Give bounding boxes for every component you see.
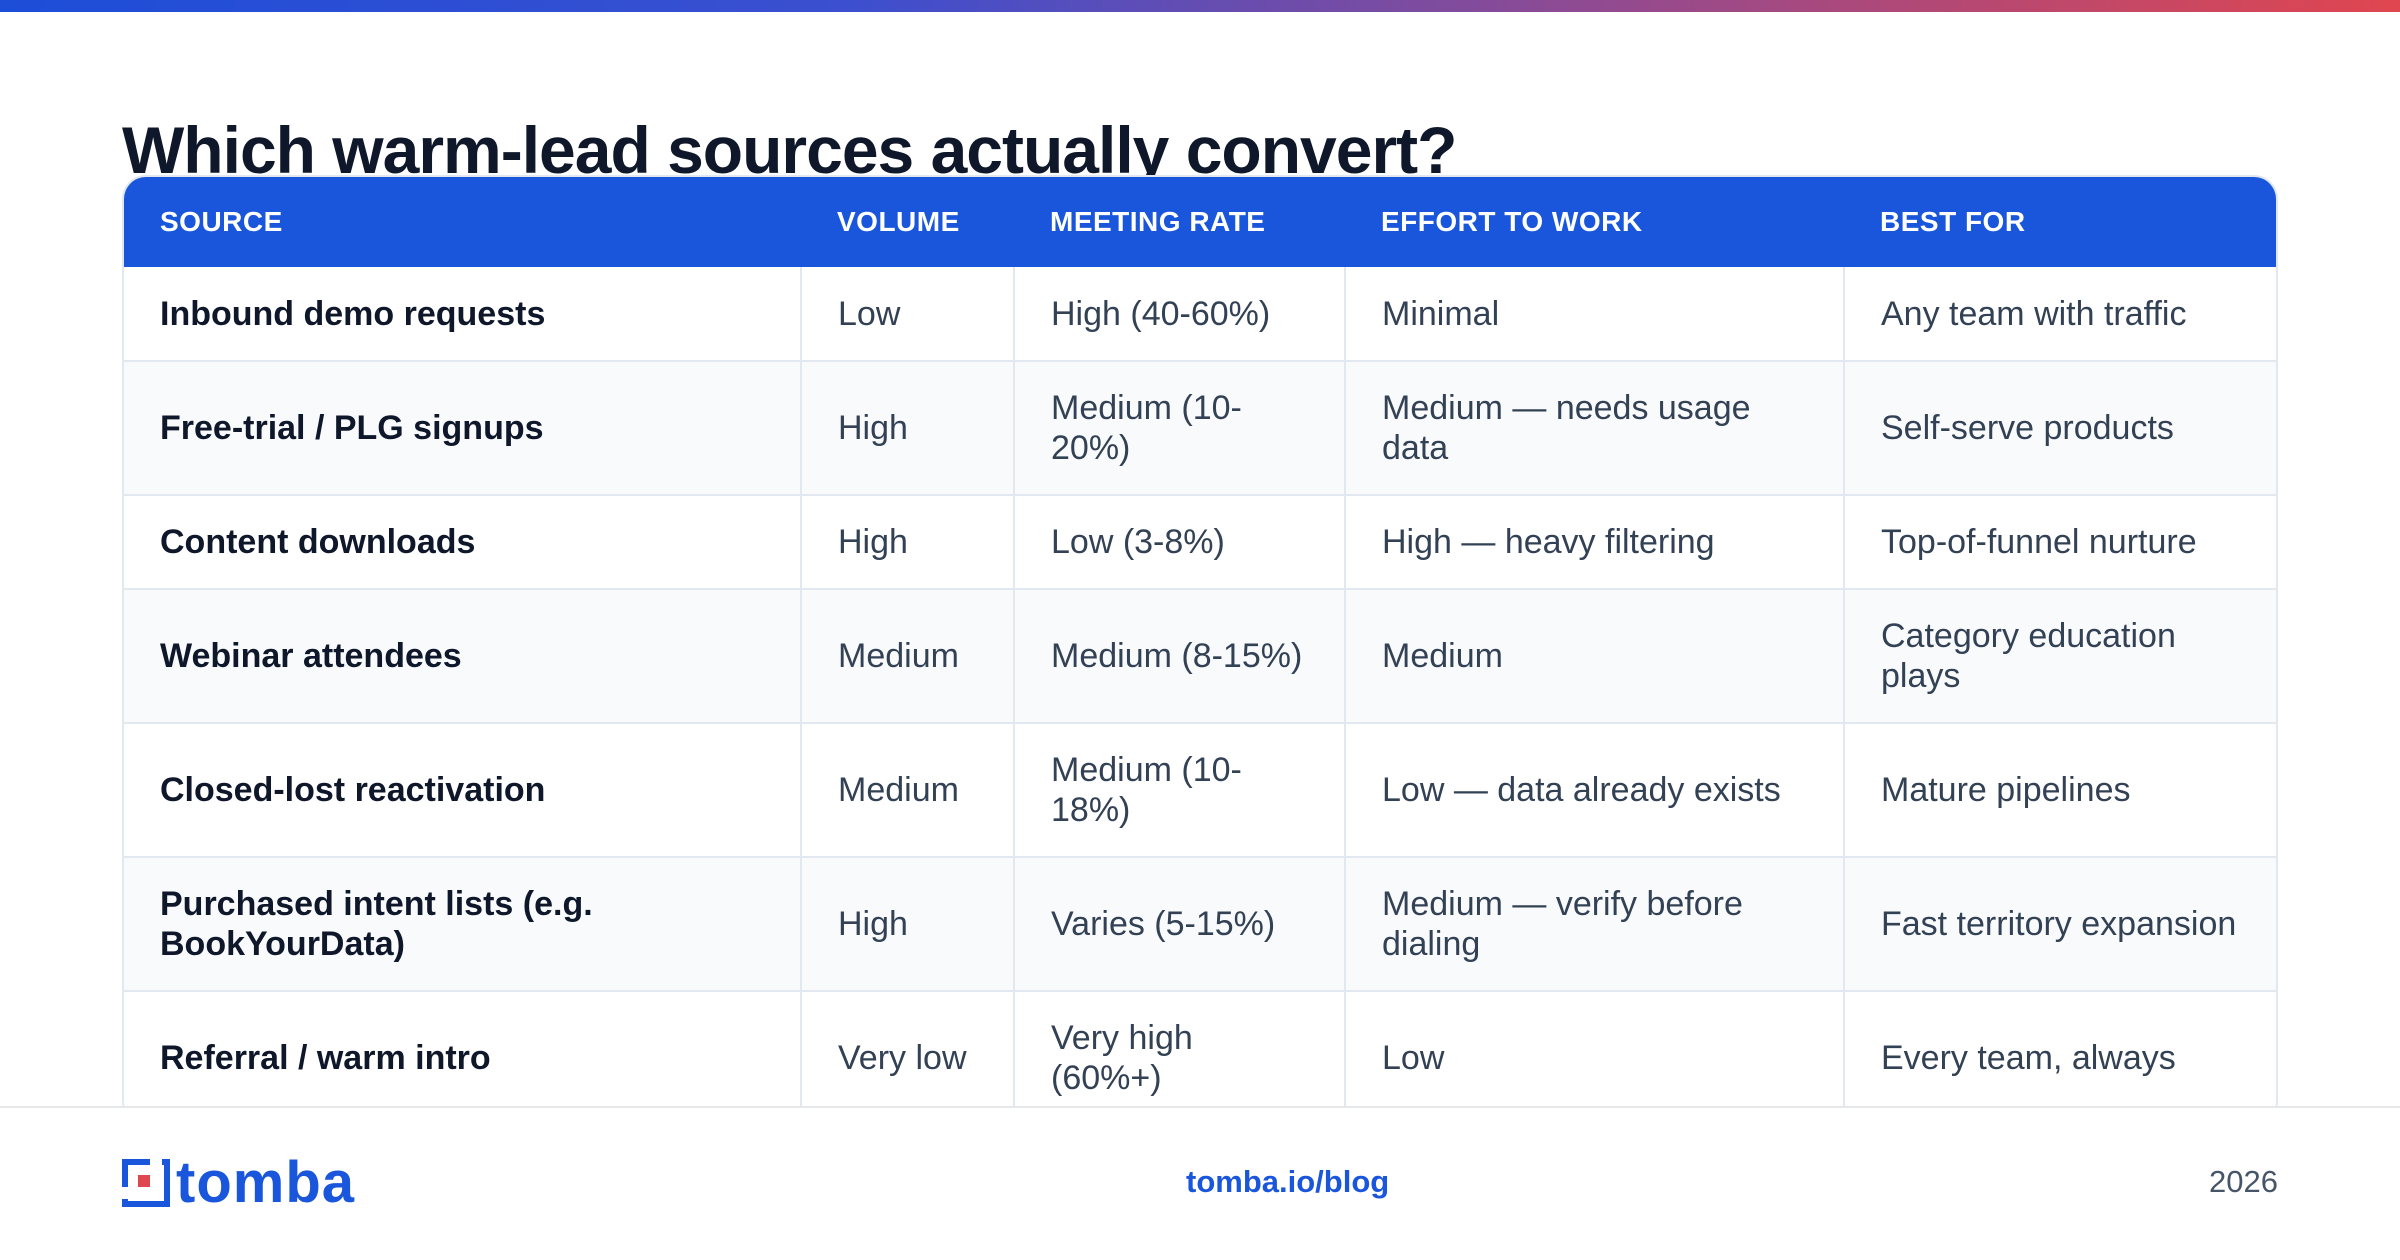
effort-cell: Medium xyxy=(1345,589,1845,724)
meeting-rate-cell: Medium (8-15%) xyxy=(1014,589,1346,724)
table-row: Referral / warm intro Very low Very high… xyxy=(124,991,2276,1123)
tomba-logo-icon xyxy=(122,1159,170,1207)
effort-cell: Medium — needs usage data xyxy=(1345,361,1845,496)
volume-cell: High xyxy=(801,495,1015,590)
best-for-cell: Category education plays xyxy=(1844,589,2276,724)
meeting-rate-cell: Low (3-8%) xyxy=(1014,495,1346,590)
header-best-for: BEST FOR xyxy=(1844,177,2276,267)
logo-wordmark: tomba xyxy=(176,1150,355,1215)
header-volume: VOLUME xyxy=(801,177,1014,267)
best-for-cell: Fast territory expansion xyxy=(1844,857,2276,992)
best-for-cell: Self-serve products xyxy=(1844,361,2276,496)
volume-cell: Low xyxy=(801,267,1015,362)
meeting-rate-cell: Very high (60%+) xyxy=(1014,991,1346,1123)
volume-cell: Medium xyxy=(801,723,1015,858)
best-for-cell: Top-of-funnel nurture xyxy=(1844,495,2276,590)
volume-cell: Medium xyxy=(801,589,1015,724)
header-meeting-rate: MEETING RATE xyxy=(1014,177,1345,267)
footer-year: 2026 xyxy=(2209,1164,2278,1199)
volume-cell: High xyxy=(801,857,1015,992)
table-row: Free-trial / PLG signups High Medium (10… xyxy=(124,361,2276,496)
best-for-cell: Mature pipelines xyxy=(1844,723,2276,858)
source-cell: Closed-lost reactivation xyxy=(124,723,802,858)
source-cell: Content downloads xyxy=(124,495,802,590)
header-effort: EFFORT TO WORK xyxy=(1345,177,1844,267)
top-gradient-bar xyxy=(0,0,2400,12)
source-cell: Referral / warm intro xyxy=(124,991,802,1123)
table-header-row: SOURCE VOLUME MEETING RATE EFFORT TO WOR… xyxy=(124,177,2276,267)
effort-cell: Low xyxy=(1345,991,1845,1123)
effort-cell: Medium — verify before dialing xyxy=(1345,857,1845,992)
effort-cell: Low — data already exists xyxy=(1345,723,1845,858)
effort-cell: Minimal xyxy=(1345,267,1845,362)
meeting-rate-cell: High (40-60%) xyxy=(1014,267,1346,362)
header-source: SOURCE xyxy=(124,177,801,267)
best-for-cell: Every team, always xyxy=(1844,991,2276,1123)
volume-cell: High xyxy=(801,361,1015,496)
table-row: Inbound demo requests Low High (40-60%) … xyxy=(124,267,2276,362)
blog-link[interactable]: tomba.io/blog xyxy=(1186,1164,1389,1200)
volume-cell: Very low xyxy=(801,991,1015,1123)
meeting-rate-cell: Medium (10-18%) xyxy=(1014,723,1346,858)
table-row: Webinar attendees Medium Medium (8-15%) … xyxy=(124,589,2276,724)
source-cell: Purchased intent lists (e.g. BookYourDat… xyxy=(124,857,802,992)
table-row: Purchased intent lists (e.g. BookYourDat… xyxy=(124,857,2276,992)
source-cell: Inbound demo requests xyxy=(124,267,802,362)
meeting-rate-cell: Medium (10-20%) xyxy=(1014,361,1346,496)
comparison-table: SOURCE VOLUME MEETING RATE EFFORT TO WOR… xyxy=(122,175,2278,1125)
source-cell: Free-trial / PLG signups xyxy=(124,361,802,496)
meeting-rate-cell: Varies (5-15%) xyxy=(1014,857,1346,992)
effort-cell: High — heavy filtering xyxy=(1345,495,1845,590)
best-for-cell: Any team with traffic xyxy=(1844,267,2276,362)
source-cell: Webinar attendees xyxy=(124,589,802,724)
tomba-logo[interactable]: tomba xyxy=(122,1150,355,1215)
table-row: Content downloads High Low (3-8%) High —… xyxy=(124,495,2276,590)
table-row: Closed-lost reactivation Medium Medium (… xyxy=(124,723,2276,858)
